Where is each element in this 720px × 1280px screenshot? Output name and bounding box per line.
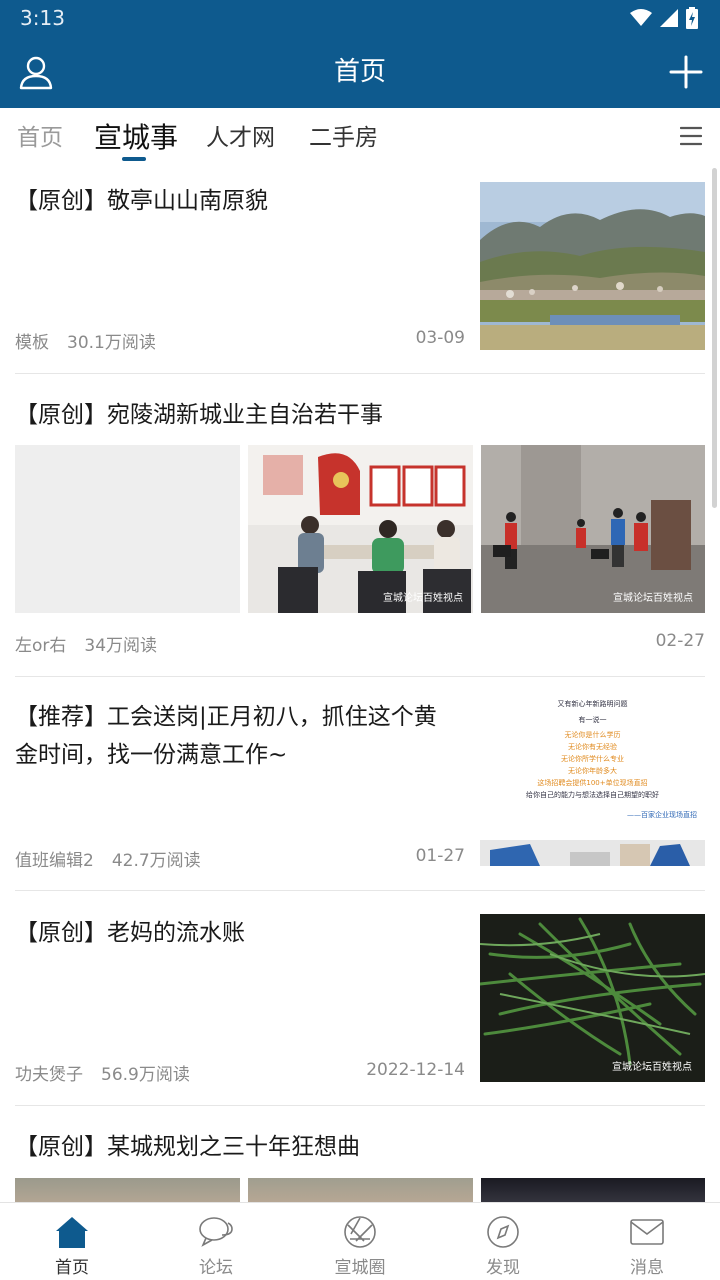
tab-talent-network[interactable]: 人才网 [206,120,275,156]
divider [15,676,705,677]
article-author: 值班编辑2 [15,851,94,871]
article-card[interactable]: 【原创】某城规划之三十年狂想曲 [15,1128,705,1202]
article-meta: 左or右 34万阅读 [15,631,157,656]
scrollbar[interactable] [712,168,717,508]
signal-icon [660,9,678,27]
article-meta: 模板 30.1万阅读 [15,328,156,353]
nav-label: 宣城圈 [334,1258,386,1278]
article-author: 左or右 [15,636,67,656]
add-icon[interactable] [666,52,706,92]
aperture-circle-icon [344,1216,376,1248]
nav-forum[interactable]: 论坛 [161,1203,271,1280]
article-image-placeholder[interactable] [15,445,240,613]
article-card[interactable]: 【原创】敬亭山山南原貌 模板 30.1万阅读 03-09 [15,182,705,353]
article-title[interactable]: 【原创】老妈的流水账 [15,914,245,952]
article-date: 01-27 [415,846,465,866]
article-reads: 30.1万阅读 [67,333,156,353]
article-meta: 值班编辑2 42.7万阅读 [15,846,201,871]
article-thumbnail[interactable]: 宣城论坛百姓视点 [480,914,705,1082]
battery-icon [686,7,698,29]
article-thumbnail[interactable] [15,1178,240,1202]
article-author: 功夫煲子 [15,1065,83,1085]
poster-text: 无论你是什么学历 [564,731,621,739]
category-tabs: 首页 宣城事 人才网 二手房 [0,108,720,168]
forum-chat-icon [199,1217,233,1247]
article-date: 03-09 [415,328,465,348]
article-author: 模板 [15,333,49,353]
divider [15,1105,705,1106]
home-icon [56,1217,88,1248]
nav-label: 发现 [486,1258,520,1278]
watermark-text: 宣城论坛百姓视点 [612,1060,692,1073]
article-card[interactable]: 【原创】宛陵湖新城业主自治若干事 宣城论坛百姓视点 宣城论坛百姓视点 左or右 … [15,396,705,656]
tab-second-hand-housing[interactable]: 二手房 [309,120,378,156]
nav-messages[interactable]: 消息 [592,1203,702,1280]
article-card[interactable]: 【推荐】工会送岗|正月初八，抓住这个黄 金时间，找一份满意工作~ 值班编辑2 42… [15,698,705,871]
wifi-icon [630,9,652,26]
article-title[interactable]: 【推荐】工会送岗|正月初八，抓住这个黄 金时间，找一份满意工作~ [15,698,465,774]
article-meta: 功夫煲子 56.9万阅读 [15,1060,190,1085]
article-thumbnail[interactable] [248,1178,473,1202]
article-title-line: 金时间，找一份满意工作~ [15,742,288,768]
article-feed[interactable]: 【原创】敬亭山山南原貌 模板 30.1万阅读 03-09 【原创】宛陵湖新城业主自… [0,168,720,1202]
page-title: 首页 [333,57,386,87]
status-time: 3:13 [20,6,65,30]
poster-signature: ——百家企业现场直招 [627,811,697,819]
article-thumbnail[interactable] [480,182,705,350]
nav-label: 首页 [55,1258,89,1278]
poster-text: 无论你有无经验 [568,743,617,751]
poster-text: 又有新心年新路明问题 [557,700,628,708]
poster-text: 这场招聘会提供100+单位现场直招 [537,779,648,787]
divider [15,373,705,374]
tab-home[interactable]: 首页 [17,120,63,156]
tab-xuancheng-affairs[interactable]: 宣城事 [94,120,178,156]
article-thumbnail[interactable]: 宣城论坛百姓视点 [481,445,705,613]
active-tab-indicator [122,157,146,161]
user-profile-icon[interactable] [18,54,54,90]
poster-text: 给你自己的能力与想法选择自己期望的职好 [526,791,659,799]
poster-text: 无论你所学什么专业 [561,755,624,763]
poster-text: 有一说一 [578,716,607,724]
article-reads: 34万阅读 [84,636,158,656]
poster-text: 无论你年龄多大 [568,767,617,775]
article-title[interactable]: 【原创】某城规划之三十年狂想曲 [15,1128,360,1166]
nav-discover[interactable]: 发现 [448,1203,558,1280]
watermark-text: 宣城论坛百姓视点 [613,591,693,604]
system-icons [630,7,698,29]
article-title[interactable]: 【原创】宛陵湖新城业主自治若干事 [15,396,383,434]
nav-label: 消息 [630,1258,664,1278]
mail-icon [630,1219,664,1245]
article-date: 2022-12-14 [366,1060,465,1080]
status-bar: 3:13 [0,0,720,36]
nav-xuancheng-circle[interactable]: 宣城圈 [305,1203,415,1280]
compass-icon [487,1216,519,1248]
app-bar: 首页 [0,36,720,108]
article-date: 02-27 [655,631,705,651]
article-card[interactable]: 【原创】老妈的流水账 功夫煲子 56.9万阅读 2022-12-14 宣城论坛百姓… [15,914,705,1085]
article-thumbnail-poster[interactable]: 又有新心年新路明问题 有一说一 无论你是什么学历 无论你有无经验 无论你所学什么… [480,698,705,866]
divider [15,890,705,891]
article-reads: 42.7万阅读 [111,851,201,871]
watermark-text: 宣城论坛百姓视点 [383,591,463,604]
menu-icon[interactable] [680,126,702,146]
bottom-navigation: 首页 论坛 宣城圈 发现 消息 [0,1202,720,1280]
article-title-line: 【推荐】工会送岗|正月初八，抓住这个黄 [15,704,437,730]
article-title[interactable]: 【原创】敬亭山山南原貌 [15,182,268,220]
nav-home[interactable]: 首页 [17,1203,127,1280]
article-thumbnail[interactable] [481,1178,705,1202]
nav-label: 论坛 [199,1258,233,1278]
article-reads: 56.9万阅读 [101,1065,190,1085]
article-thumbnail[interactable]: 宣城论坛百姓视点 [248,445,473,613]
